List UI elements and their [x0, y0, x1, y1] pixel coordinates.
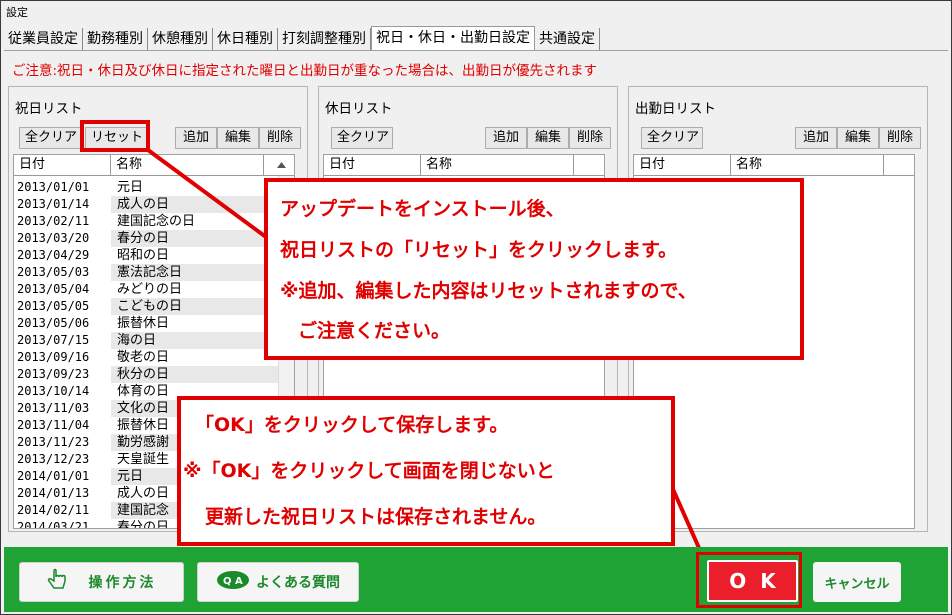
bottom-action-bar: 操作方法 QA よくある質問 OK キャンセル	[4, 547, 948, 612]
ok-highlight-box	[696, 552, 802, 608]
faq-icon: QA	[216, 570, 250, 594]
faq-label: よくある質問	[256, 575, 340, 591]
svg-text:Q: Q	[223, 576, 232, 587]
hand-pointer-icon	[47, 568, 67, 596]
howto-label: 操作方法	[88, 575, 157, 591]
callout-line: 更新した祝日リストは保存されません。	[205, 506, 547, 528]
callout-line: 「OK」をクリックして保存します。	[195, 414, 509, 436]
callout-line: アップデートをインストール後、	[280, 198, 565, 220]
ok-instruction-callout: 「OK」をクリックして保存します。 ※「OK」をクリックして画面を閉じないと 更…	[177, 396, 675, 546]
faq-button[interactable]: QA よくある質問	[197, 562, 359, 602]
callout-line: ※追加、編集した内容はリセットされますので、	[280, 280, 697, 302]
callout-line: ご注意ください。	[298, 320, 451, 342]
svg-text:A: A	[235, 576, 243, 587]
howto-button[interactable]: 操作方法	[19, 562, 184, 602]
callout-line: ※「OK」をクリックして画面を閉じないと	[183, 460, 555, 482]
cancel-button[interactable]: キャンセル	[813, 562, 901, 602]
reset-instruction-callout: アップデートをインストール後、 祝日リストの「リセット」をクリックします。 ※追…	[264, 178, 804, 360]
callout-line: 祝日リストの「リセット」をクリックします。	[280, 239, 678, 261]
